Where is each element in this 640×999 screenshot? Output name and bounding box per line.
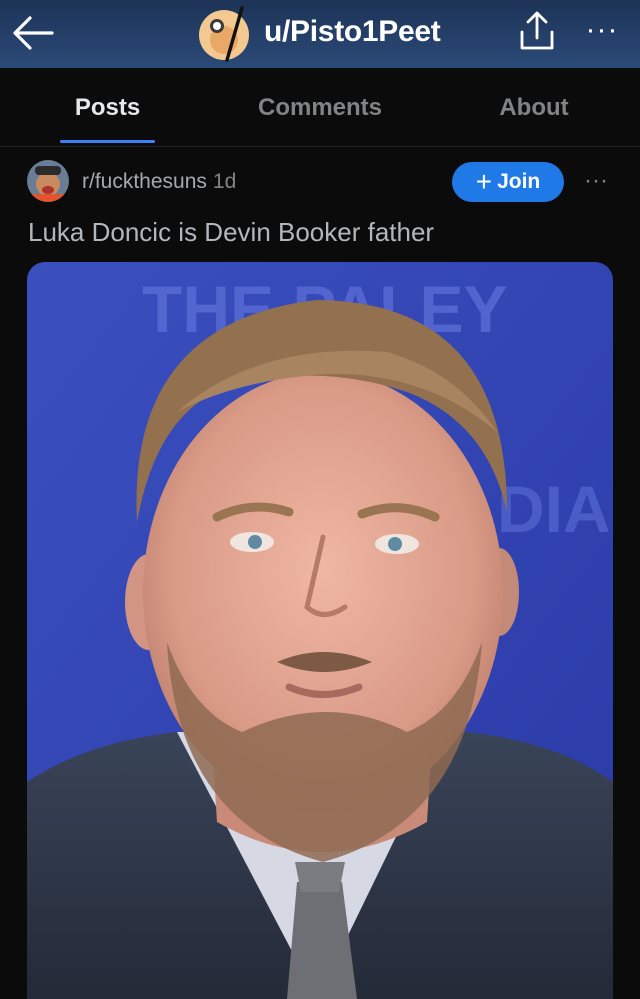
active-tab-indicator (60, 140, 155, 143)
share-upload-icon (520, 11, 554, 50)
post-age: 1d (212, 170, 237, 193)
subreddit-name[interactable]: r/fuckthesuns (82, 170, 207, 193)
reddit-snoo-avatar (199, 6, 249, 62)
profile-tabs: Posts Comments About (0, 68, 640, 147)
subreddit-avatar[interactable] (27, 160, 69, 202)
join-button[interactable]: + Join (452, 162, 564, 202)
tab-about[interactable]: About (478, 90, 590, 126)
ellipsis-icon: ··· (585, 13, 619, 46)
header-more-button[interactable]: ··· (570, 10, 634, 50)
post-header: r/fuckthesuns 1d + Join ··· (0, 150, 640, 220)
profile-header: u/Pisto1Peet ··· (0, 0, 640, 68)
post-meta: r/fuckthesuns 1d (82, 168, 236, 196)
backdrop-text-2: DIA (497, 472, 611, 546)
user-avatar[interactable] (196, 6, 252, 62)
post-photo: THE PALEY DIA (27, 262, 613, 999)
subreddit-avatar-image (27, 160, 69, 202)
tab-comments[interactable]: Comments (240, 90, 400, 126)
tab-posts[interactable]: Posts (55, 90, 160, 126)
ellipsis-icon: ··· (584, 167, 608, 194)
post-title[interactable]: Luka Doncic is Devin Booker father (28, 214, 618, 254)
post-image[interactable]: THE PALEY DIA (27, 262, 613, 999)
arrow-left-icon (13, 16, 54, 50)
post-more-button[interactable]: ··· (578, 166, 614, 196)
profile-username: u/Pisto1Peet (264, 15, 441, 48)
join-label: Join (497, 170, 541, 193)
plus-icon: + (475, 166, 493, 197)
share-button[interactable] (514, 8, 560, 54)
back-button[interactable] (8, 6, 58, 56)
